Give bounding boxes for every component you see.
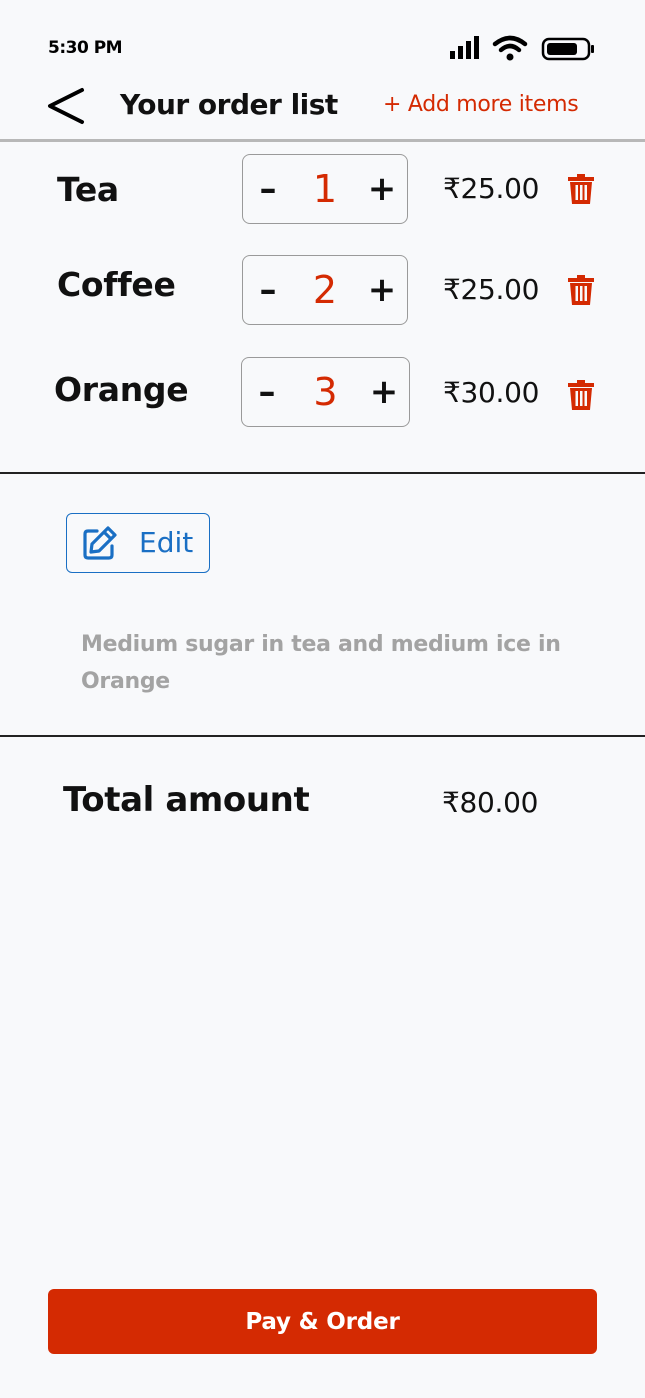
pay-and-order-label: Pay & Order: [245, 1308, 400, 1335]
header-divider: [0, 139, 645, 142]
decrease-button[interactable]: –: [243, 155, 293, 223]
decrease-button[interactable]: –: [242, 358, 292, 426]
delete-item-tea-button[interactable]: [568, 174, 594, 204]
quantity-stepper-orange: – 3 +: [241, 357, 410, 427]
edit-label: Edit: [139, 526, 194, 559]
edit-note-button[interactable]: Edit: [66, 513, 210, 573]
delete-item-orange-button[interactable]: [568, 380, 594, 410]
order-note: Medium sugar in tea and medium ice in Or…: [81, 632, 561, 694]
increase-button[interactable]: +: [359, 358, 409, 426]
item-price-orange: ₹30.00: [443, 376, 540, 409]
battery-icon: [541, 37, 594, 61]
items-divider: [0, 472, 645, 474]
pay-and-order-button[interactable]: Pay & Order: [48, 1289, 597, 1354]
wifi-icon: [492, 35, 528, 61]
trash-icon: [568, 174, 594, 204]
back-arrow-icon: [48, 88, 84, 124]
edit-icon: [83, 526, 117, 560]
signal-icon: [450, 36, 479, 59]
item-name-coffee: Coffee: [57, 265, 176, 304]
decrease-button[interactable]: –: [243, 256, 293, 324]
status-time: 5:30 PM: [48, 38, 123, 58]
total-amount-value: ₹80.00: [442, 786, 539, 819]
quantity-value: 3: [313, 370, 338, 414]
item-name-orange: Orange: [54, 370, 189, 409]
item-name-tea: Tea: [57, 170, 119, 209]
increase-button[interactable]: +: [357, 256, 407, 324]
item-price-tea: ₹25.00: [443, 172, 540, 205]
page-title: Your order list: [120, 88, 338, 121]
quantity-stepper-tea: – 1 +: [242, 154, 408, 224]
quantity-stepper-coffee: – 2 +: [242, 255, 408, 325]
quantity-value: 2: [312, 268, 338, 312]
trash-icon: [568, 275, 594, 305]
quantity-value: 1: [312, 167, 338, 211]
item-price-coffee: ₹25.00: [443, 273, 540, 306]
trash-icon: [568, 380, 594, 410]
increase-button[interactable]: +: [357, 155, 407, 223]
total-amount-label: Total amount: [63, 780, 310, 820]
back-button[interactable]: [44, 84, 88, 128]
status-icons: [450, 35, 600, 63]
note-divider: [0, 735, 645, 737]
add-more-items-link[interactable]: + Add more items: [383, 92, 579, 117]
delete-item-coffee-button[interactable]: [568, 275, 594, 305]
